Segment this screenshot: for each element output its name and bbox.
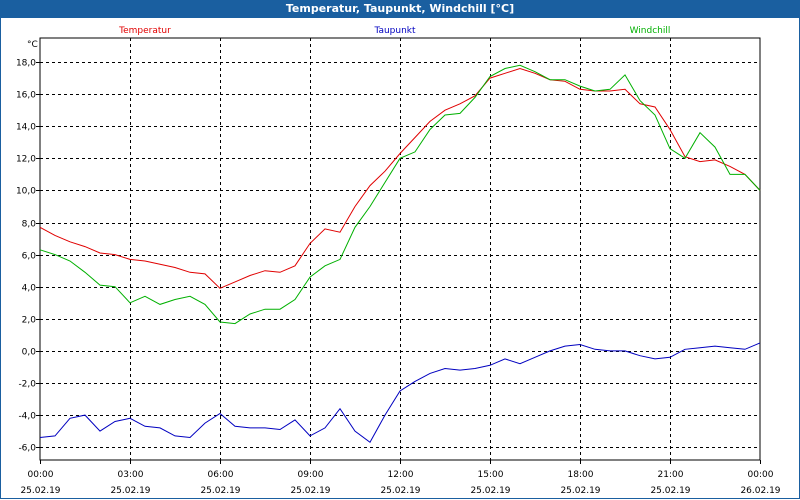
y-tick-label: 6,0 — [22, 252, 37, 262]
x-tick-time: 06:00 — [208, 470, 234, 480]
y-tick-label: 0,0 — [22, 348, 37, 358]
legend-temperatur: Temperatur — [118, 26, 171, 36]
x-tick-date: 25.02.19 — [650, 486, 690, 496]
y-tick-label: 8,0 — [22, 220, 37, 230]
x-tick-time: 00:00 — [28, 470, 54, 480]
x-tick-time: 12:00 — [388, 470, 414, 480]
x-tick-date: 25.02.19 — [200, 486, 240, 496]
y-tick-label: -4,0 — [18, 412, 36, 422]
x-tick-time: 21:00 — [658, 470, 684, 480]
x-tick-date: 25.02.19 — [290, 486, 330, 496]
y-axis-label: °C — [27, 40, 38, 50]
x-tick-date: 25.02.19 — [110, 486, 150, 496]
y-tick-label: 14,0 — [16, 123, 36, 133]
x-tick-time: 15:00 — [478, 470, 504, 480]
y-tick-label: 2,0 — [22, 316, 37, 326]
legend-taupunkt: Taupunkt — [373, 26, 416, 36]
y-tick-label: 16,0 — [16, 91, 36, 101]
y-tick-label: 12,0 — [16, 155, 36, 165]
y-tick-label: 4,0 — [22, 284, 37, 294]
x-tick-date: 25.02.19 — [380, 486, 420, 496]
x-tick-date: 25.02.19 — [470, 486, 510, 496]
temperature-chart: 18,0 16,0 14,0 12,0 10,0 8,0 6,0 4,0 2,0 0,0 -2,0 -… — [16, 26, 781, 496]
x-tick-date: 25.02.19 — [20, 486, 60, 496]
x-tick-time: 18:00 — [568, 470, 594, 480]
y-tick-label: 10,0 — [16, 187, 36, 197]
x-tick-date: 25.02.19 — [560, 486, 600, 496]
y-tick-label: -2,0 — [18, 380, 36, 390]
y-tick-label: -6,0 — [18, 444, 36, 454]
x-tick-time: 03:00 — [118, 470, 144, 480]
y-tick-label: 18,0 — [16, 59, 36, 69]
x-tick-time: 00:00 — [748, 470, 774, 480]
legend-windchill: Windchill — [630, 26, 671, 36]
x-tick-date: 26.02.19 — [740, 486, 780, 496]
x-tick-time: 09:00 — [298, 470, 324, 480]
